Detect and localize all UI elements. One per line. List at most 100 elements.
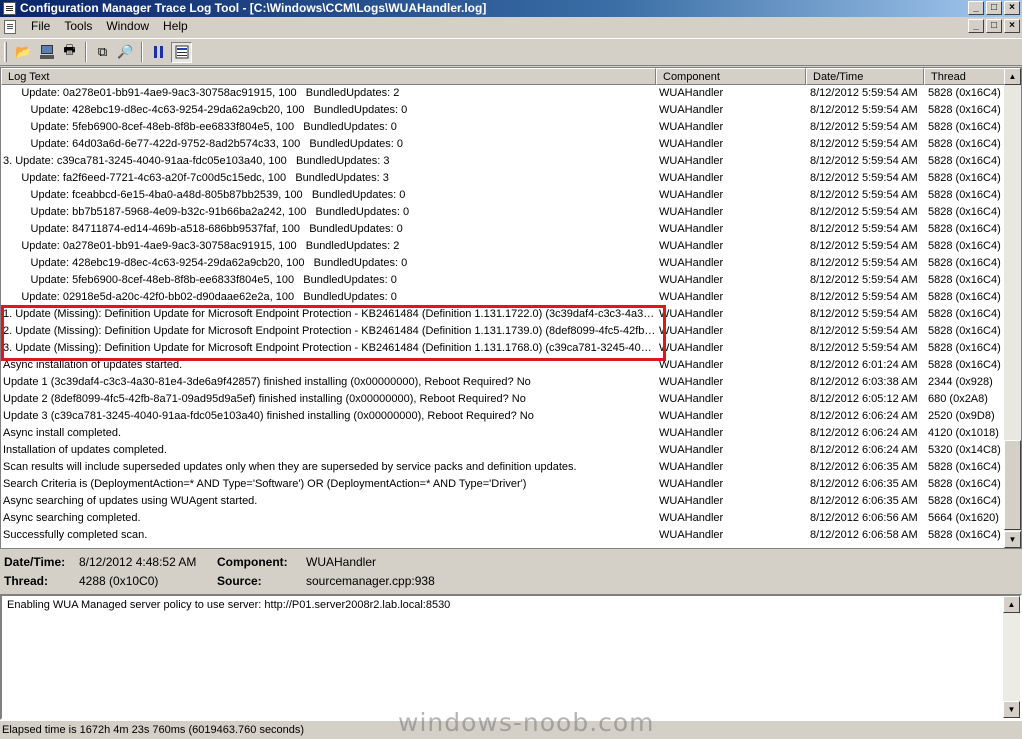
log-row-thread: 5664 (0x1620) xyxy=(928,512,999,524)
log-row[interactable]: Scan results will include superseded upd… xyxy=(1,459,1005,476)
toolbar-separator xyxy=(141,42,143,62)
log-row[interactable]: Update: 84711874-ed14-469b-a518-686bb953… xyxy=(1,221,1005,238)
menu-file[interactable]: File xyxy=(24,17,57,36)
log-scrollbar[interactable]: ▲ ▼ xyxy=(1004,68,1021,548)
log-row[interactable]: 3. Update: c39ca781-3245-4040-91aa-fdc05… xyxy=(1,153,1005,170)
scroll-up-button[interactable]: ▲ xyxy=(1004,68,1021,85)
log-row-component: WUAHandler xyxy=(659,427,724,439)
log-row-datetime: 8/12/2012 5:59:54 AM xyxy=(810,240,918,252)
log-row-thread: 5828 (0x16C4) xyxy=(928,359,1001,371)
datetime-label: Date/Time: xyxy=(4,555,66,569)
log-row-text: Update: 0a278e01-bb91-4ae9-9ac3-30758ac9… xyxy=(3,87,400,99)
log-row[interactable]: Update 1 (3c39daf4-c3c3-4a30-81e4-3de6a9… xyxy=(1,374,1005,391)
copy-icon[interactable]: ⧉ xyxy=(92,42,113,63)
log-row-component: WUAHandler xyxy=(659,240,724,252)
computer-glyph xyxy=(39,45,54,59)
log-row[interactable]: Async searching of updates using WUAgent… xyxy=(1,493,1005,510)
log-row-datetime: 8/12/2012 5:59:54 AM xyxy=(810,223,918,235)
menu-tools[interactable]: Tools xyxy=(57,17,99,36)
log-row-thread: 5828 (0x16C4) xyxy=(928,223,1001,235)
minimize-button[interactable]: _ xyxy=(968,1,984,15)
computer-icon[interactable] xyxy=(36,42,57,63)
log-row[interactable]: Update: 5feb6900-8cef-48eb-8f8b-ee6833f8… xyxy=(1,272,1005,289)
doc-restore-button[interactable]: □ xyxy=(986,19,1002,33)
log-row-thread: 5828 (0x16C4) xyxy=(928,121,1001,133)
log-row-datetime: 8/12/2012 6:06:35 AM xyxy=(810,461,918,473)
log-row-datetime: 8/12/2012 6:06:56 AM xyxy=(810,512,918,524)
menu-window[interactable]: Window xyxy=(99,17,156,36)
column-datetime[interactable]: Date/Time xyxy=(806,68,924,85)
log-row[interactable]: Update: 64d03a6d-6e77-422d-9752-8ad2b574… xyxy=(1,136,1005,153)
log-row-text: 2. Update (Missing): Definition Update f… xyxy=(3,325,656,337)
menu-bar: File Tools Window Help _ □ × xyxy=(0,17,1022,36)
message-scroll-up-button[interactable]: ▲ xyxy=(1003,596,1020,613)
log-row[interactable]: Update: 428ebc19-d8ec-4c63-9254-29da62a9… xyxy=(1,102,1005,119)
log-row-datetime: 8/12/2012 6:06:35 AM xyxy=(810,478,918,490)
log-row[interactable]: Update: 5feb6900-8cef-48eb-8f8b-ee6833f8… xyxy=(1,119,1005,136)
message-scroll-down-button[interactable]: ▼ xyxy=(1003,701,1020,718)
log-row-component: WUAHandler xyxy=(659,444,724,456)
close-button[interactable]: × xyxy=(1004,1,1020,15)
message-text: Enabling WUA Managed server policy to us… xyxy=(7,599,451,611)
highlight-icon[interactable] xyxy=(171,41,192,63)
thread-value: 4288 (0x10C0) xyxy=(79,574,159,588)
log-row[interactable]: Async installation of updates started. WU… xyxy=(1,357,1005,374)
log-row[interactable]: Update: fceabbcd-6e15-4ba0-a48d-805b87bb… xyxy=(1,187,1005,204)
log-row-component: WUAHandler xyxy=(659,342,724,354)
source-value: sourcemanager.cpp:938 xyxy=(306,574,435,588)
log-row[interactable]: Async install completed. WUAHandler 8/12/2… xyxy=(1,425,1005,442)
log-row[interactable]: Successfully completed scan. WUAHandler 8/… xyxy=(1,527,1005,544)
log-row[interactable]: 3. Update (Missing): Definition Update f… xyxy=(1,340,1005,357)
log-row-text: Update: bb7b5187-5968-4e09-b32c-91b66ba2… xyxy=(3,206,410,218)
log-row[interactable]: Update: fa2f6eed-7721-4c63-a20f-7c00d5c1… xyxy=(1,170,1005,187)
log-row-component: WUAHandler xyxy=(659,87,724,99)
log-row-text: Update 1 (3c39daf4-c3c3-4a30-81e4-3de6a9… xyxy=(3,376,531,388)
log-list[interactable]: Log Text Component Date/Time Thread Upda… xyxy=(0,67,1022,549)
log-row-text: Update: 5feb6900-8cef-48eb-8f8b-ee6833f8… xyxy=(3,121,397,133)
log-row-component: WUAHandler xyxy=(659,376,724,388)
log-row-text: Update 3 (c39ca781-3245-4040-91aa-fdc05e… xyxy=(3,410,534,422)
log-row-datetime: 8/12/2012 5:59:54 AM xyxy=(810,291,918,303)
log-row-thread: 5828 (0x16C4) xyxy=(928,325,1001,337)
find-icon[interactable]: 🔎 xyxy=(115,42,136,63)
log-row-thread: 5828 (0x16C4) xyxy=(928,291,1001,303)
log-row[interactable]: Update: bb7b5187-5968-4e09-b32c-91b66ba2… xyxy=(1,204,1005,221)
column-thread[interactable]: Thread xyxy=(924,68,1005,85)
scroll-thumb[interactable] xyxy=(1004,440,1021,530)
log-row-datetime: 8/12/2012 5:59:54 AM xyxy=(810,325,918,337)
message-pane[interactable]: Enabling WUA Managed server policy to us… xyxy=(0,594,1022,720)
menu-help[interactable]: Help xyxy=(156,17,195,36)
log-row[interactable]: 2. Update (Missing): Definition Update f… xyxy=(1,323,1005,340)
open-folder-icon[interactable]: 📂 xyxy=(13,42,34,63)
document-icon[interactable] xyxy=(4,19,16,34)
pause-icon[interactable] xyxy=(148,42,169,63)
print-icon[interactable]: 🖶 xyxy=(59,42,80,63)
log-row[interactable]: Update 2 (8def8099-4fc5-42fb-8a71-09ad95… xyxy=(1,391,1005,408)
column-component[interactable]: Component xyxy=(656,68,806,85)
toolbar-grip[interactable] xyxy=(4,42,7,62)
message-scrollbar[interactable]: ▲ ▼ xyxy=(1003,596,1020,718)
log-row-thread: 5828 (0x16C4) xyxy=(928,495,1001,507)
log-row[interactable]: Async searching completed. WUAHandler 8/12… xyxy=(1,510,1005,527)
maximize-button[interactable]: □ xyxy=(986,1,1002,15)
log-row-text: Update: 428ebc19-d8ec-4c63-9254-29da62a9… xyxy=(3,257,408,269)
log-row-component: WUAHandler xyxy=(659,512,724,524)
column-log-text[interactable]: Log Text xyxy=(1,68,656,85)
log-row[interactable]: Update: 428ebc19-d8ec-4c63-9254-29da62a9… xyxy=(1,255,1005,272)
log-row[interactable]: Search Criteria is (DeploymentAction=* A… xyxy=(1,476,1005,493)
log-row-datetime: 8/12/2012 6:06:24 AM xyxy=(810,444,918,456)
window-title-bar[interactable]: Configuration Manager Trace Log Tool - [… xyxy=(0,0,1022,17)
log-row-text: Update: 02918e5d-a20c-42f0-bb02-d90daae6… xyxy=(3,291,397,303)
log-row-component: WUAHandler xyxy=(659,189,724,201)
log-row[interactable]: Update: 0a278e01-bb91-4ae9-9ac3-30758ac9… xyxy=(1,238,1005,255)
doc-close-button[interactable]: × xyxy=(1004,19,1020,33)
scroll-down-button[interactable]: ▼ xyxy=(1004,531,1021,548)
log-row[interactable]: 1. Update (Missing): Definition Update f… xyxy=(1,306,1005,323)
log-row[interactable]: Update: 0a278e01-bb91-4ae9-9ac3-30758ac9… xyxy=(1,85,1005,102)
log-row[interactable]: Installation of updates completed. WUAHan… xyxy=(1,442,1005,459)
log-row[interactable]: Update: 02918e5d-a20c-42f0-bb02-d90daae6… xyxy=(1,289,1005,306)
toolbar: 📂 🖶 ⧉ 🔎 xyxy=(0,38,1022,66)
doc-minimize-button[interactable]: _ xyxy=(968,19,984,33)
log-row-thread: 5320 (0x14C8) xyxy=(928,444,1001,456)
log-row[interactable]: Update 3 (c39ca781-3245-4040-91aa-fdc05e… xyxy=(1,408,1005,425)
